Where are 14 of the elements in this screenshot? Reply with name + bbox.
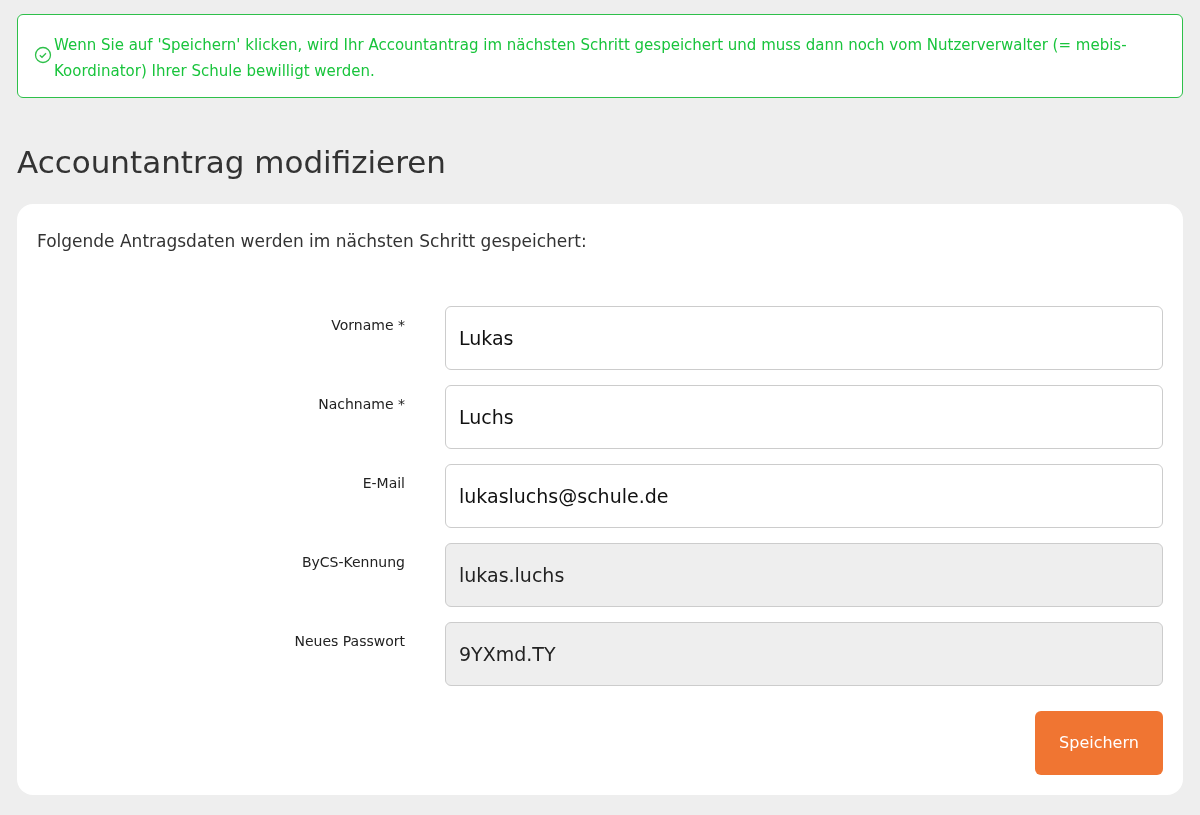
- form-intro: Folgende Antragsdaten werden im nächsten Schritt gespeichert:: [37, 230, 588, 253]
- field-label: ByCS-Kennung: [300, 553, 405, 572]
- field-label: Nachname *: [317, 395, 405, 414]
- field-label: E-Mail: [361, 474, 405, 493]
- input-field[interactable]: 9YXmd.TY: [445, 622, 1163, 686]
- input-field[interactable]: Lukas: [445, 306, 1163, 370]
- input-field[interactable]: Luchs: [445, 385, 1163, 449]
- field-label: Vorname *: [330, 316, 405, 335]
- notice-text: Wenn Sie auf 'Speichern' klicken, wird Ihr Accountantrag im nächsten Schritt gespeichert und muss dann noch vom Nutzerverwalter (= mebis-Koordinator) Ihrer Schule bewilligt werden.: [54, 35, 1128, 82]
- input-field[interactable]: lukas.luchs: [445, 543, 1163, 607]
- input-field[interactable]: lukasluchs@schule.de: [445, 464, 1163, 528]
- field-label: Neues Passwort: [293, 632, 405, 651]
- page-heading: Accountantrag modifizieren: [17, 143, 447, 182]
- check-circle-icon: [34, 46, 52, 64]
